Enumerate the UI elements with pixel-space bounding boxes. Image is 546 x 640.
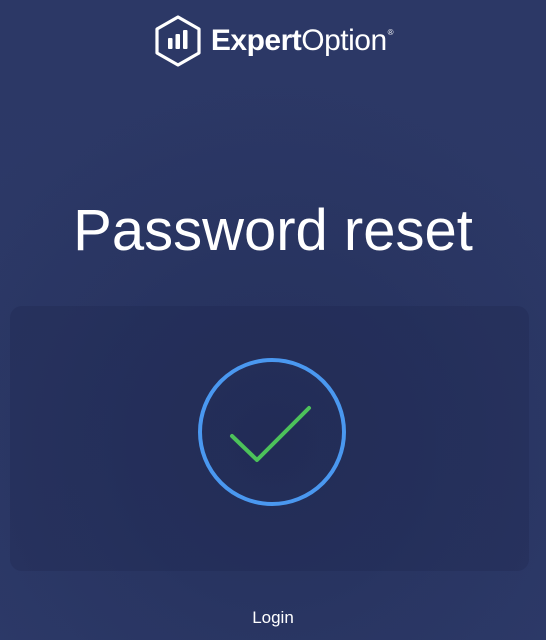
success-check-circle-icon (198, 358, 346, 506)
expertoption-hexagon-bars-icon (155, 15, 201, 67)
check-ring (198, 358, 346, 506)
registered-mark: ® (387, 28, 394, 37)
brand-name-option: Option (301, 24, 387, 57)
brand-name-expert: Expert (210, 24, 302, 57)
brand-wordmark: Expert Option ® (210, 14, 394, 68)
check-mark (230, 406, 311, 462)
page-title: Password reset (73, 198, 473, 263)
brand-logo[interactable]: Expert Option ® (0, 14, 546, 68)
login-link-wrapper: Login (0, 606, 546, 630)
login-link[interactable]: Login (252, 606, 294, 630)
